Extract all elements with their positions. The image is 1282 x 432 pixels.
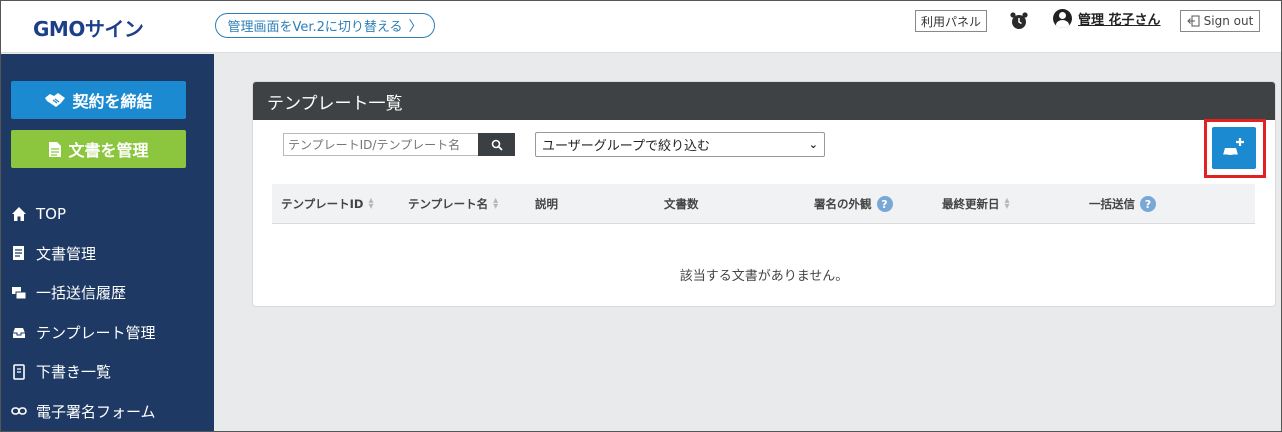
column-signature-appearance: 署名の外観 ? [814,184,893,224]
manage-documents-label: 文書を管理 [68,141,149,160]
column-label: 署名の外観 [814,197,872,211]
file-icon [49,141,62,157]
column-label: 一括送信 [1089,197,1135,211]
link-icon [11,407,27,416]
sidebar-item-drafts[interactable]: 下書き一覧 [0,352,214,392]
sidebar-item-label: TOP [36,204,67,223]
sidebar-item-documents[interactable]: 文書管理 [0,234,214,274]
sidebar-item-label: テンプレート管理 [36,323,156,342]
sidebar-item-label: 文書管理 [36,244,97,263]
column-bulk-send: 一括送信 ? [1089,184,1156,224]
template-icon [13,328,25,339]
help-icon[interactable]: ? [876,196,893,212]
column-label: テンプレートID [281,197,364,211]
sort-icon: ▴ ▾ [368,195,374,212]
home-icon [12,206,26,221]
chevron-down-icon: ⌄ [808,138,818,151]
column-label: 説明 [535,197,558,211]
alarm-clock-icon[interactable] [1009,11,1029,31]
top-header: GMOサイン 管理画面をVer.2に切り替える 〉 利用パネル 管理 花子さん … [0,0,1282,53]
sort-icon: ▴ ▾ [493,195,499,212]
document-icon [13,246,24,261]
user-menu[interactable]: 管理 花子さん [1053,9,1161,28]
user-avatar-icon [1053,9,1072,28]
add-template-button[interactable] [1212,127,1256,169]
search-button[interactable] [478,133,515,156]
chevron-right-icon: 〉 [408,18,423,35]
column-document-count: 文書数 [664,184,699,224]
sidebar-item-label: 下書き一覧 [36,363,112,382]
user-group-filter-select[interactable]: ユーザーグループで絞り込む ⌄ [535,132,825,157]
column-template-id[interactable]: テンプレートID ▴ ▾ [281,184,374,224]
sidebar-item-bulk-send-history[interactable]: 一括送信履歴 [0,273,214,313]
switch-version-label: 管理画面をVer.2に切り替える [227,20,403,35]
sign-contract-label: 契約を締結 [72,92,153,111]
sidebar-item-label: 電子署名フォーム [36,402,156,421]
handshake-icon [45,93,66,107]
user-group-filter-value: ユーザーグループで絞り込む [542,139,710,154]
sort-icon: ▴ ▾ [1004,195,1010,212]
template-search [283,133,515,156]
gmo-sign-logo[interactable]: GMOサイン [33,13,144,42]
sidebar-nav: TOP 文書管理 一括送信履歴 テンプレート管理 下書き一覧 電子署名フォーム [0,194,214,431]
search-icon [491,139,503,151]
draft-icon [13,363,25,380]
sign-out-label: Sign out [1203,14,1254,28]
manage-documents-button[interactable]: 文書を管理 [11,130,186,168]
sign-out-icon [1186,15,1200,27]
bulk-send-icon [12,286,27,300]
column-label: 文書数 [664,197,699,211]
page-title: テンプレート一覧 [253,82,1275,120]
help-icon[interactable]: ? [1140,196,1156,212]
template-list-card: テンプレート一覧 ユーザーグループで絞り込む ⌄ テンプレートID ▴▾ テンプ… [253,82,1275,306]
usage-panel-button[interactable]: 利用パネル [915,10,987,32]
column-last-updated[interactable]: 最終更新日 ▴ ▾ [942,184,1010,224]
sidebar-item-top[interactable]: TOP [0,194,214,234]
sign-out-button[interactable]: Sign out [1180,10,1260,32]
empty-message: 該当する文書がありません。 [679,269,849,284]
sign-contract-button[interactable]: 契約を締結 [11,81,186,119]
column-label: テンプレート名 [408,197,489,211]
column-template-name[interactable]: テンプレート名 ▴ ▾ [408,184,498,224]
column-description: 説明 [535,184,558,224]
search-input[interactable] [283,133,478,156]
sidebar: 契約を締結 文書を管理 TOP 文書管理 一括送信履歴 テンプレート管理 下書き… [0,54,214,432]
add-template-icon [1223,138,1244,158]
sidebar-item-template-management[interactable]: テンプレート管理 [0,313,214,353]
table-header: テンプレートID ▴ ▾ テンプレート名 ▴ ▾ 説明 文書数 署名の外観 ? 最終… [272,184,1255,224]
sidebar-item-e-signature-form[interactable]: 電子署名フォーム [0,392,214,432]
column-label: 最終更新日 [942,197,1000,211]
sidebar-item-label: 一括送信履歴 [36,284,127,303]
switch-version-button[interactable]: 管理画面をVer.2に切り替える 〉 [215,13,435,38]
user-name: 管理 花子さん [1078,13,1161,28]
